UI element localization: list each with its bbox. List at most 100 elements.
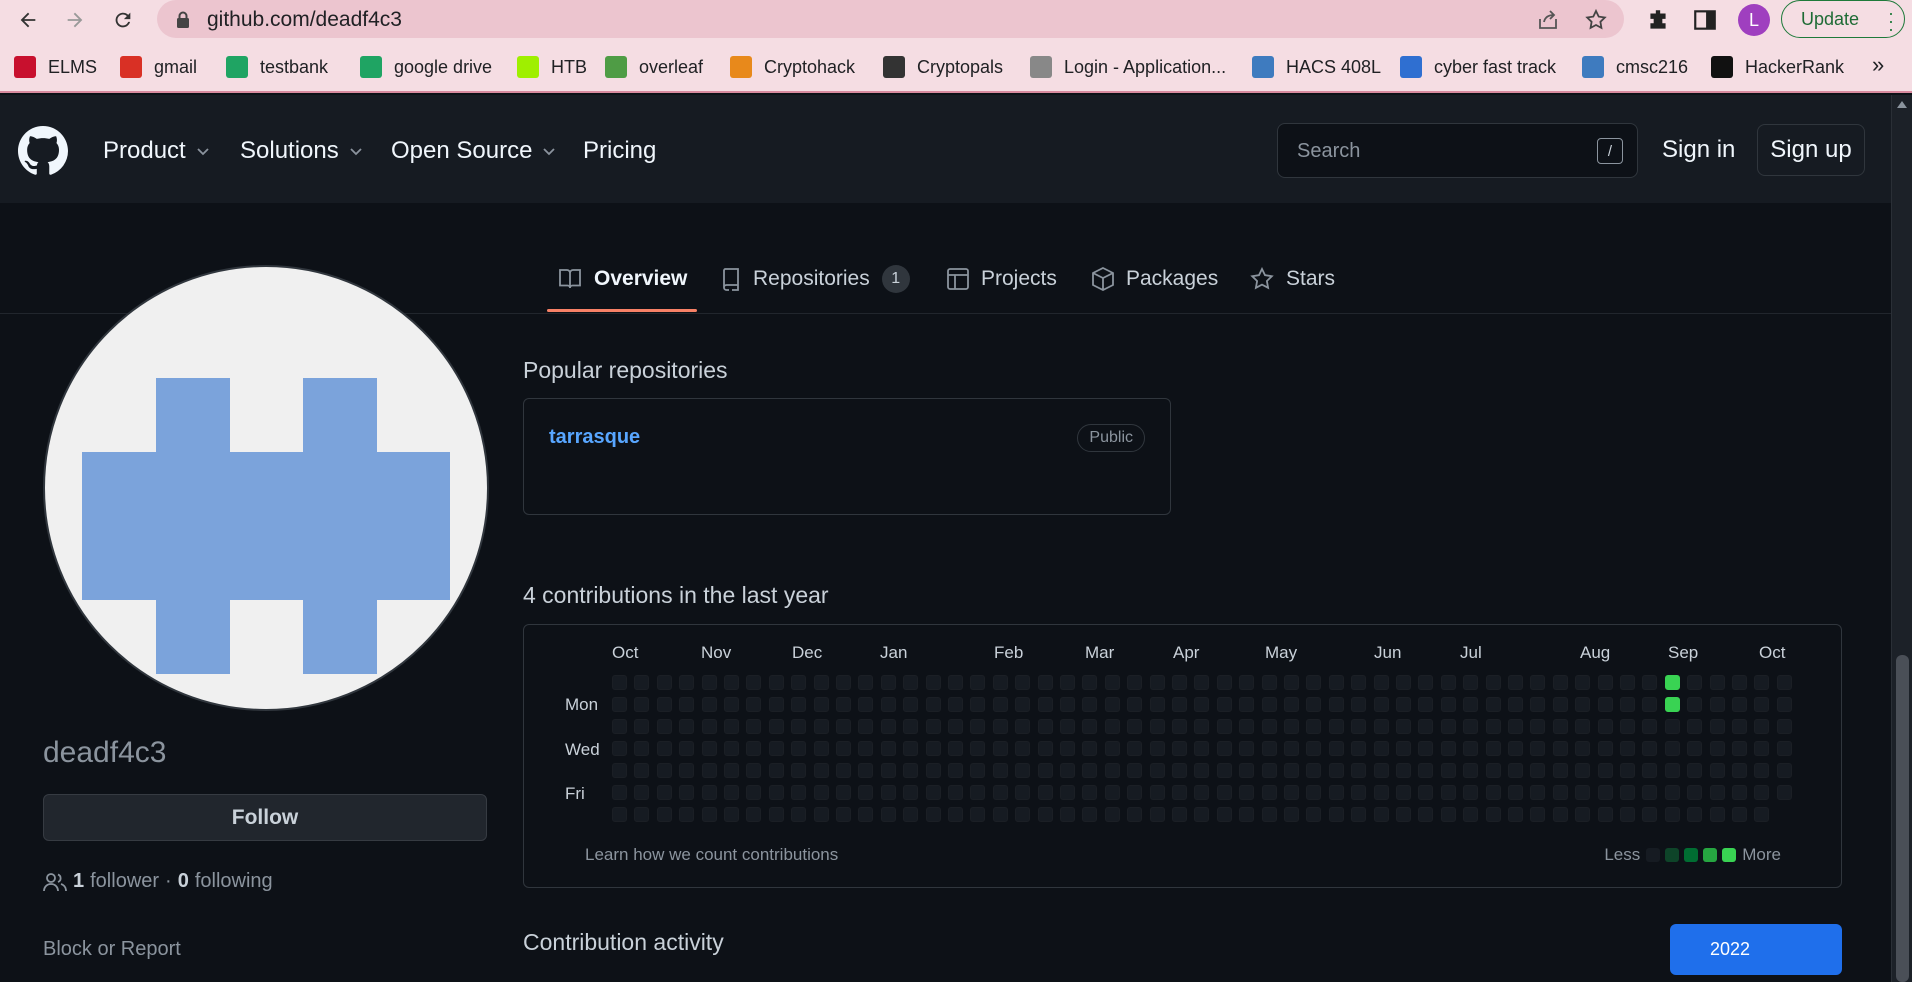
contribution-cell[interactable] bbox=[992, 719, 1008, 734]
contribution-cell[interactable] bbox=[948, 675, 963, 690]
sign-in-link[interactable]: Sign in bbox=[1662, 136, 1735, 164]
contribution-cell[interactable] bbox=[925, 697, 941, 712]
contribution-cell[interactable] bbox=[1149, 807, 1165, 822]
contribution-cell[interactable] bbox=[1351, 763, 1367, 778]
contribution-cell[interactable] bbox=[1306, 763, 1322, 778]
contribution-cell[interactable] bbox=[858, 697, 874, 712]
contribution-cell[interactable] bbox=[1642, 675, 1658, 690]
share-icon[interactable] bbox=[1536, 8, 1560, 32]
tab-stars[interactable]: Stars bbox=[1250, 264, 1335, 294]
contribution-cell[interactable] bbox=[656, 785, 672, 800]
contribution-cell[interactable] bbox=[791, 741, 807, 756]
contribution-cell[interactable] bbox=[724, 785, 739, 800]
contribution-cell[interactable] bbox=[1463, 763, 1479, 778]
scroll-thumb[interactable] bbox=[1896, 655, 1909, 982]
contribution-cell[interactable] bbox=[1463, 807, 1479, 822]
contribution-cell[interactable] bbox=[1463, 697, 1479, 712]
contribution-cell[interactable] bbox=[970, 719, 986, 734]
contribution-cell[interactable] bbox=[1664, 719, 1680, 734]
contribution-cell[interactable] bbox=[948, 697, 963, 712]
contribution-cell[interactable] bbox=[1015, 807, 1031, 822]
contribution-cell[interactable] bbox=[724, 807, 739, 822]
contribution-cell[interactable] bbox=[813, 697, 829, 712]
contribution-cell[interactable] bbox=[1530, 807, 1546, 822]
contribution-cell[interactable] bbox=[1530, 719, 1546, 734]
contribution-cell[interactable] bbox=[1194, 719, 1210, 734]
contribution-cell[interactable] bbox=[1620, 719, 1635, 734]
contribution-cell[interactable] bbox=[724, 763, 739, 778]
contribution-cell[interactable] bbox=[612, 719, 627, 734]
update-button[interactable]: Update · · · bbox=[1781, 0, 1905, 38]
contribution-cell[interactable] bbox=[724, 741, 739, 756]
contribution-cell[interactable] bbox=[1127, 675, 1143, 690]
contribution-cell[interactable] bbox=[903, 697, 919, 712]
contribution-cell[interactable] bbox=[880, 741, 896, 756]
nav-product[interactable]: Product bbox=[103, 137, 210, 165]
contribution-cell[interactable] bbox=[903, 675, 919, 690]
contribution-cell[interactable] bbox=[880, 697, 896, 712]
contribution-cell[interactable] bbox=[746, 675, 762, 690]
contribution-cell[interactable] bbox=[1508, 763, 1523, 778]
contribution-cell[interactable] bbox=[1776, 763, 1792, 778]
contribution-cell[interactable] bbox=[1261, 697, 1277, 712]
contribution-cell[interactable] bbox=[1239, 719, 1255, 734]
contribution-cell[interactable] bbox=[970, 807, 986, 822]
contribution-cell[interactable] bbox=[858, 675, 874, 690]
bookmark-item[interactable]: gmail bbox=[120, 54, 197, 80]
contribution-cell[interactable] bbox=[1261, 675, 1277, 690]
contribution-cell[interactable] bbox=[1216, 763, 1232, 778]
contribution-cell[interactable] bbox=[1530, 697, 1546, 712]
contribution-cell[interactable] bbox=[1127, 807, 1143, 822]
contribution-cell[interactable] bbox=[1508, 785, 1523, 800]
contribution-cell[interactable] bbox=[1620, 697, 1635, 712]
contribution-cell[interactable] bbox=[1172, 785, 1187, 800]
contribution-cell[interactable] bbox=[1463, 741, 1479, 756]
contribution-cell[interactable] bbox=[1776, 697, 1792, 712]
contribution-cell[interactable] bbox=[1485, 675, 1501, 690]
contribution-cell[interactable] bbox=[701, 785, 717, 800]
contribution-cell[interactable] bbox=[1552, 785, 1568, 800]
contribution-cell[interactable] bbox=[1149, 675, 1165, 690]
contribution-cell[interactable] bbox=[1418, 719, 1434, 734]
contribution-cell[interactable] bbox=[1104, 675, 1120, 690]
contribution-cell[interactable] bbox=[1082, 675, 1098, 690]
contribution-cell[interactable] bbox=[992, 741, 1008, 756]
contribution-cell[interactable] bbox=[1709, 807, 1725, 822]
contribution-cell[interactable] bbox=[768, 785, 784, 800]
contribution-cell[interactable] bbox=[1216, 697, 1232, 712]
contribution-cell[interactable] bbox=[1754, 675, 1770, 690]
extensions-icon[interactable] bbox=[1645, 7, 1671, 33]
contribution-cell[interactable] bbox=[724, 697, 739, 712]
contribution-cell[interactable] bbox=[970, 675, 986, 690]
contribution-cell[interactable] bbox=[925, 719, 941, 734]
contribution-cell[interactable] bbox=[1015, 741, 1031, 756]
contribution-cell[interactable] bbox=[1597, 785, 1613, 800]
contribution-cell[interactable] bbox=[634, 697, 650, 712]
contribution-cell[interactable] bbox=[1485, 719, 1501, 734]
contribution-cell[interactable] bbox=[1216, 741, 1232, 756]
contribution-cell[interactable] bbox=[1597, 741, 1613, 756]
contribution-cell[interactable] bbox=[746, 697, 762, 712]
contribution-cell[interactable] bbox=[679, 741, 695, 756]
contribution-cell[interactable] bbox=[1373, 807, 1389, 822]
forward-button[interactable] bbox=[61, 6, 89, 34]
contribution-cell[interactable] bbox=[970, 785, 986, 800]
contribution-cell[interactable] bbox=[1328, 763, 1344, 778]
contribution-cell[interactable] bbox=[1552, 675, 1568, 690]
contribution-cell[interactable] bbox=[1060, 675, 1075, 690]
contribution-cell[interactable] bbox=[701, 807, 717, 822]
contribution-cell[interactable] bbox=[970, 763, 986, 778]
contribution-cell[interactable] bbox=[903, 741, 919, 756]
contribution-cell[interactable] bbox=[813, 763, 829, 778]
contribution-cell[interactable] bbox=[1418, 675, 1434, 690]
contribution-cell[interactable] bbox=[1418, 697, 1434, 712]
contribution-cell[interactable] bbox=[1194, 741, 1210, 756]
contribution-cell[interactable] bbox=[1552, 763, 1568, 778]
contribution-cell[interactable] bbox=[1396, 719, 1411, 734]
nav-pricing[interactable]: Pricing bbox=[583, 137, 656, 165]
contribution-cell[interactable] bbox=[1664, 741, 1680, 756]
contribution-cell[interactable] bbox=[724, 675, 739, 690]
contribution-cell[interactable] bbox=[1687, 763, 1703, 778]
contribution-cell[interactable] bbox=[1239, 763, 1255, 778]
contribution-cell[interactable] bbox=[1530, 785, 1546, 800]
